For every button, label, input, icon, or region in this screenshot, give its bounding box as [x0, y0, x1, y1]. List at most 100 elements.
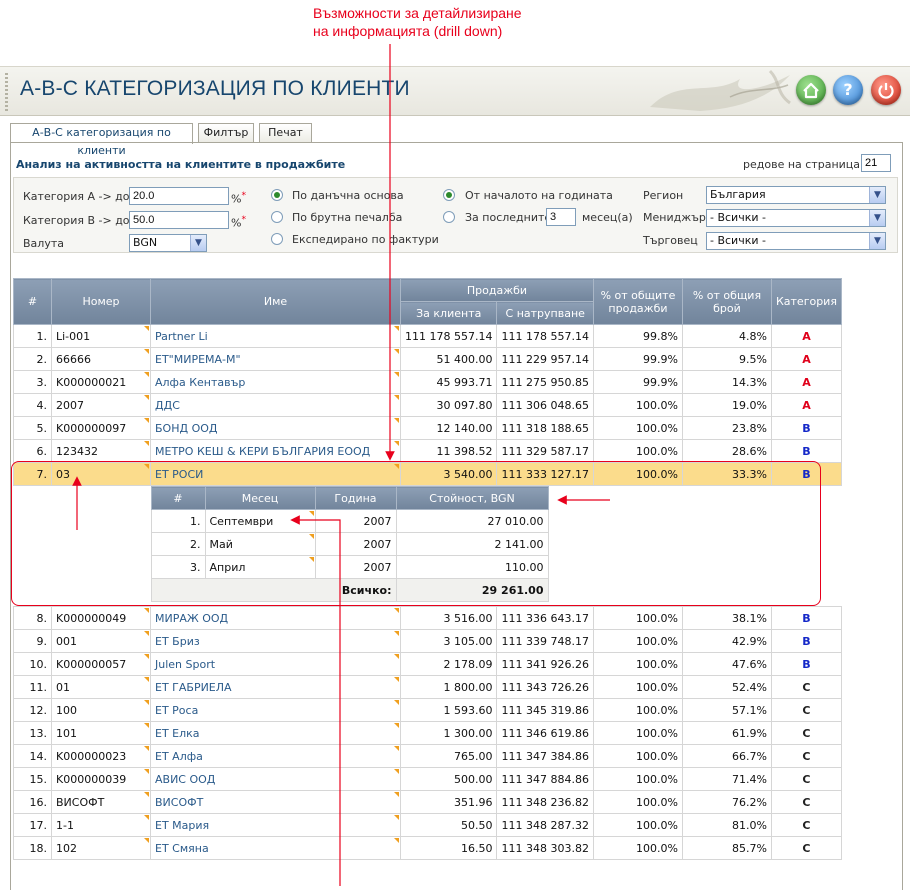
- region-select[interactable]: България ▼: [706, 186, 886, 204]
- row-name[interactable]: МЕТРО КЕШ & КЕРИ БЪЛГАРИЯ ЕООД: [150, 439, 401, 463]
- row-code[interactable]: K000000097: [51, 416, 151, 440]
- row-pct-sales: 99.9%: [592, 347, 683, 371]
- months-unit: месец(а): [582, 211, 633, 224]
- col-num[interactable]: #: [13, 278, 52, 325]
- abc-grid: # Номер Име Продажби % от общите продажб…: [13, 278, 842, 860]
- rows-per-page-input[interactable]: [861, 154, 891, 172]
- row-code[interactable]: K000000049: [51, 606, 151, 630]
- table-row[interactable]: 15. K000000039 АВИС ООД 500.00 111 347 884.8…: [13, 767, 842, 791]
- col-pct-sales[interactable]: % от общите продажби: [592, 278, 683, 325]
- row-name[interactable]: ВИСОФТ: [150, 790, 401, 814]
- row-name[interactable]: Алфа Кентавър: [150, 370, 401, 394]
- detail-row[interactable]: 1. Септември 2007 27 010.00: [150, 509, 549, 533]
- detail-col-year[interactable]: Година: [314, 486, 397, 510]
- row-code[interactable]: 102: [51, 836, 151, 860]
- detail-month[interactable]: Април: [204, 555, 316, 579]
- row-name[interactable]: Partner Li: [150, 324, 401, 348]
- table-row[interactable]: 9. 001 ЕТ Бриз 3 105.00 111 339 748.17 100.0%…: [13, 629, 842, 653]
- help-button[interactable]: ?: [833, 75, 863, 105]
- table-row[interactable]: 4. 2007 ДДС 30 097.80 111 306 048.65 100.0% 19…: [13, 393, 842, 417]
- radio-gross-profit[interactable]: [271, 211, 283, 223]
- col-pct-count[interactable]: % от общия брой: [681, 278, 772, 325]
- row-category: C: [770, 813, 842, 837]
- row-code[interactable]: 101: [51, 721, 151, 745]
- manager-select[interactable]: - Всички - ▼: [706, 209, 886, 227]
- table-row[interactable]: 5. K000000097 БОНД ООД 12 140.00 111 318 188…: [13, 416, 842, 440]
- home-button[interactable]: [796, 75, 826, 105]
- row-code[interactable]: Li-001: [51, 324, 151, 348]
- col-name[interactable]: Име: [150, 278, 401, 325]
- col-cumulative[interactable]: С натрупване: [496, 301, 594, 325]
- tab-print[interactable]: Печат: [259, 123, 312, 143]
- radio-tax-base[interactable]: [271, 189, 283, 201]
- col-for-client[interactable]: За клиента: [399, 301, 498, 325]
- table-row[interactable]: 3. K000000021 Алфа Кентавър 45 993.71 111 27…: [13, 370, 842, 394]
- table-row[interactable]: 16. ВИСОФТ ВИСОФТ 351.96 111 348 236.82 100.0…: [13, 790, 842, 814]
- row-name[interactable]: ДДС: [150, 393, 401, 417]
- row-code[interactable]: 100: [51, 698, 151, 722]
- radio-last-months[interactable]: [443, 211, 455, 223]
- table-row[interactable]: 14. K000000023 ЕТ Алфа 765.00 111 347 384.86…: [13, 744, 842, 768]
- row-num: 9.: [13, 629, 52, 653]
- table-row[interactable]: 1. Li-001 Partner Li 111 178 557.14 111 178 …: [13, 324, 842, 348]
- row-code[interactable]: ВИСОФТ: [51, 790, 151, 814]
- row-name[interactable]: ЕТ Мария: [150, 813, 401, 837]
- row-name[interactable]: ЕТ Смяна: [150, 836, 401, 860]
- table-row[interactable]: 8. K000000049 МИРАЖ ООД 3 516.00 111 336 643…: [13, 606, 842, 630]
- row-code[interactable]: 66666: [51, 347, 151, 371]
- detail-col-month[interactable]: Месец: [204, 486, 316, 510]
- row-name[interactable]: ЕТ ГАБРИЕЛА: [150, 675, 401, 699]
- row-name[interactable]: АВИС ООД: [150, 767, 401, 791]
- table-row[interactable]: 11. 01 ЕТ ГАБРИЕЛА 1 800.00 111 343 726.26 10…: [13, 675, 842, 699]
- detail-total-label: Всичко:: [150, 578, 397, 602]
- table-row[interactable]: 2. 66666 ЕТ"МИРЕМА-М" 51 400.00 111 229 957.…: [13, 347, 842, 371]
- row-code[interactable]: K000000039: [51, 767, 151, 791]
- tab-filter[interactable]: Филтър: [198, 123, 254, 143]
- detail-col-value[interactable]: Стойност, BGN: [395, 486, 549, 510]
- row-code[interactable]: K000000021: [51, 370, 151, 394]
- row-cumulative: 111 336 643.17: [496, 606, 594, 630]
- row-code[interactable]: K000000057: [51, 652, 151, 676]
- row-name[interactable]: БОНД ООД: [150, 416, 401, 440]
- col-code[interactable]: Номер: [51, 278, 151, 325]
- exit-button[interactable]: [871, 75, 901, 105]
- row-code[interactable]: 001: [51, 629, 151, 653]
- detail-month[interactable]: Май: [204, 532, 316, 556]
- currency-label: Валута: [23, 237, 64, 250]
- row-name[interactable]: ЕТ РОСИ: [150, 462, 401, 486]
- tab-abc[interactable]: А-В-С категоризация по клиенти: [10, 123, 193, 157]
- table-row[interactable]: 13. 101 ЕТ Елка 1 300.00 111 346 619.86 100.0…: [13, 721, 842, 745]
- table-row[interactable]: 17. 1-1 ЕТ Мария 50.50 111 348 287.32 100.0% 8…: [13, 813, 842, 837]
- row-code[interactable]: 03: [51, 462, 151, 486]
- table-row[interactable]: 18. 102 ЕТ Смяна 16.50 111 348 303.82 100.0% 8…: [13, 836, 842, 860]
- table-row[interactable]: 7. 03 ЕТ РОСИ 3 540.00 111 333 127.17 100.0% 3…: [13, 462, 842, 486]
- detail-col-num[interactable]: #: [150, 486, 206, 510]
- row-name[interactable]: ЕТ Елка: [150, 721, 401, 745]
- detail-row[interactable]: 2. Май 2007 2 141.00: [150, 532, 549, 556]
- months-input[interactable]: [546, 208, 576, 226]
- row-name[interactable]: ЕТ Алфа: [150, 744, 401, 768]
- cat-b-input[interactable]: [129, 211, 229, 229]
- row-name[interactable]: ЕТ Бриз: [150, 629, 401, 653]
- detail-row[interactable]: 3. Април 2007 110.00: [150, 555, 549, 579]
- currency-select[interactable]: BGN ▼: [129, 234, 207, 252]
- cat-a-input[interactable]: [129, 187, 229, 205]
- row-code[interactable]: 1-1: [51, 813, 151, 837]
- row-code[interactable]: 123432: [51, 439, 151, 463]
- row-code[interactable]: K000000023: [51, 744, 151, 768]
- row-name[interactable]: Julen Sport: [150, 652, 401, 676]
- row-name[interactable]: ЕТ"МИРЕМА-М": [150, 347, 401, 371]
- table-row[interactable]: 12. 100 ЕТ Роса 1 593.60 111 345 319.86 100.0…: [13, 698, 842, 722]
- col-category[interactable]: Категория: [770, 278, 842, 325]
- radio-shipped-invoices[interactable]: [271, 233, 283, 245]
- detail-month[interactable]: Септември: [204, 509, 316, 533]
- row-for-client: 111 178 557.14: [399, 324, 498, 348]
- trader-select[interactable]: - Всички - ▼: [706, 232, 886, 250]
- table-row[interactable]: 10. K000000057 Julen Sport 2 178.09 111 341 …: [13, 652, 842, 676]
- table-row[interactable]: 6. 123432 МЕТРО КЕШ & КЕРИ БЪЛГАРИЯ ЕООД 11…: [13, 439, 842, 463]
- row-code[interactable]: 2007: [51, 393, 151, 417]
- row-name[interactable]: МИРАЖ ООД: [150, 606, 401, 630]
- radio-year-start[interactable]: [443, 189, 455, 201]
- row-code[interactable]: 01: [51, 675, 151, 699]
- row-name[interactable]: ЕТ Роса: [150, 698, 401, 722]
